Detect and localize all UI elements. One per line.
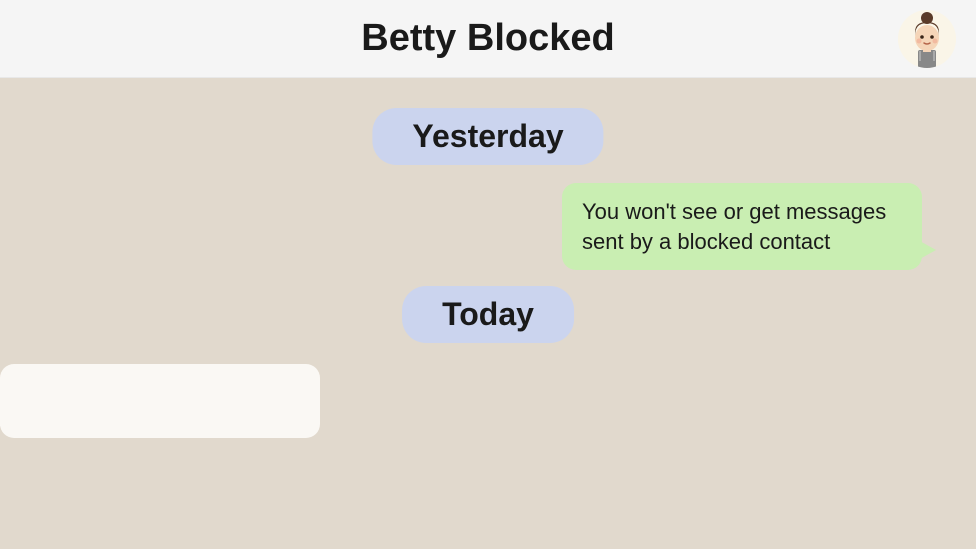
date-separator-today: Today <box>402 286 574 343</box>
contact-name: Betty Blocked <box>361 17 614 60</box>
message-text: You won't see or get messages sent by a … <box>582 199 886 254</box>
avatar-icon <box>898 10 956 68</box>
incoming-message-bubble[interactable] <box>0 364 320 438</box>
chat-messages-area: Yesterday You won't see or get messages … <box>0 78 976 549</box>
date-separator-yesterday: Yesterday <box>372 108 603 165</box>
outgoing-message-bubble[interactable]: You won't see or get messages sent by a … <box>562 183 922 270</box>
contact-avatar[interactable] <box>898 10 956 68</box>
chat-header: Betty Blocked <box>0 0 976 78</box>
